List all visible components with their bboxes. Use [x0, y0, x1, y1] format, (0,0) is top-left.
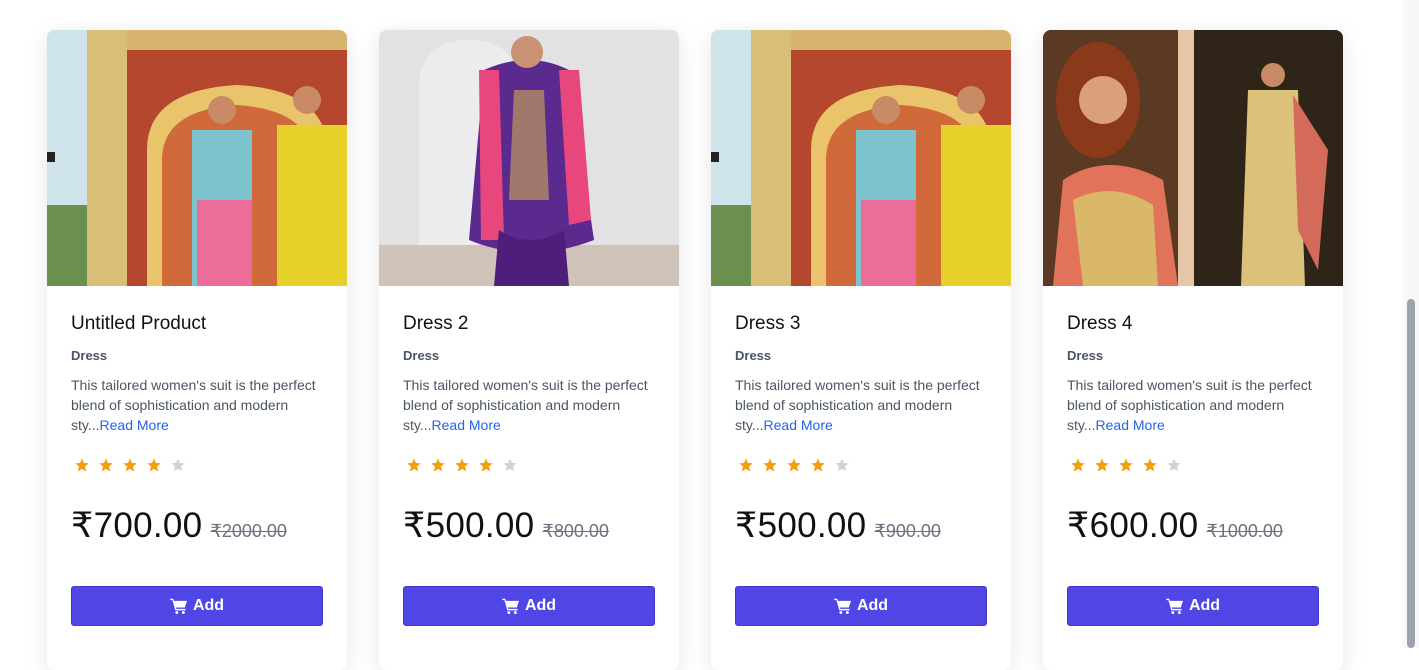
product-category: Dress: [735, 348, 772, 363]
rating-stars: [406, 457, 526, 475]
rating-stars: [738, 457, 858, 475]
star-empty-icon: [503, 458, 517, 472]
cart-icon: [1166, 598, 1183, 614]
star-icon: [811, 458, 825, 472]
product-title[interactable]: Dress 4: [1067, 313, 1132, 335]
rating-stars: [1070, 457, 1190, 475]
read-more-link[interactable]: Read More: [100, 417, 169, 433]
read-more-link[interactable]: Read More: [432, 417, 501, 433]
cart-icon: [170, 598, 187, 614]
sale-price: ₹700.00: [71, 506, 203, 545]
add-to-cart-button[interactable]: Add: [1067, 586, 1319, 626]
product-description: This tailored women's suit is the perfec…: [403, 375, 658, 435]
product-image[interactable]: [379, 30, 679, 286]
star-icon: [479, 458, 493, 472]
star-icon: [763, 458, 777, 472]
price-block: ₹700.00 ₹2000.00: [71, 506, 287, 546]
star-icon: [1095, 458, 1109, 472]
sale-price: ₹500.00: [735, 506, 867, 545]
add-button-label: Add: [524, 597, 557, 614]
product-grid: Untitled Product Dress This tailored wom…: [47, 30, 1343, 670]
original-price: ₹2000.00: [210, 521, 287, 541]
product-title[interactable]: Untitled Product: [71, 313, 206, 335]
product-card: Dress 4 Dress This tailored women's suit…: [1043, 30, 1343, 670]
star-icon: [1119, 458, 1133, 472]
original-price: ₹900.00: [874, 521, 941, 541]
star-icon: [1143, 458, 1157, 472]
star-icon: [787, 458, 801, 472]
star-icon: [1071, 458, 1085, 472]
product-image[interactable]: [711, 30, 1011, 286]
add-button-label: Add: [192, 597, 225, 614]
add-to-cart-button[interactable]: Add: [71, 586, 323, 626]
sale-price: ₹500.00: [403, 506, 535, 545]
star-icon: [407, 458, 421, 472]
star-icon: [431, 458, 445, 472]
read-more-link[interactable]: Read More: [1096, 417, 1165, 433]
add-button-label: Add: [856, 597, 889, 614]
product-card: Dress 3 Dress This tailored women's suit…: [711, 30, 1011, 670]
product-description: This tailored women's suit is the perfec…: [1067, 375, 1322, 435]
product-title[interactable]: Dress 3: [735, 313, 800, 335]
read-more-link[interactable]: Read More: [764, 417, 833, 433]
product-description: This tailored women's suit is the perfec…: [735, 375, 990, 435]
price-block: ₹500.00 ₹900.00: [735, 506, 941, 546]
sale-price: ₹600.00: [1067, 506, 1199, 545]
product-card: Dress 2 Dress This tailored women's suit…: [379, 30, 679, 670]
star-empty-icon: [835, 458, 849, 472]
add-to-cart-button[interactable]: Add: [735, 586, 987, 626]
product-description: This tailored women's suit is the perfec…: [71, 375, 326, 435]
product-title[interactable]: Dress 2: [403, 313, 468, 335]
vertical-scrollbar[interactable]: [1403, 0, 1419, 648]
star-empty-icon: [1167, 458, 1181, 472]
star-icon: [147, 458, 161, 472]
cart-icon: [834, 598, 851, 614]
price-block: ₹500.00 ₹800.00: [403, 506, 609, 546]
add-to-cart-button[interactable]: Add: [403, 586, 655, 626]
product-category: Dress: [403, 348, 440, 363]
price-block: ₹600.00 ₹1000.00: [1067, 506, 1283, 546]
product-card: Untitled Product Dress This tailored wom…: [47, 30, 347, 670]
cart-icon: [502, 598, 519, 614]
star-empty-icon: [171, 458, 185, 472]
star-icon: [99, 458, 113, 472]
star-icon: [123, 458, 137, 472]
original-price: ₹1000.00: [1206, 521, 1283, 541]
product-category: Dress: [71, 348, 108, 363]
star-icon: [739, 458, 753, 472]
add-button-label: Add: [1188, 597, 1221, 614]
scrollbar-thumb[interactable]: [1407, 299, 1415, 648]
rating-stars: [74, 457, 194, 475]
star-icon: [455, 458, 469, 472]
star-icon: [75, 458, 89, 472]
original-price: ₹800.00: [542, 521, 609, 541]
product-image[interactable]: [1043, 30, 1343, 286]
product-image[interactable]: [47, 30, 347, 286]
product-category: Dress: [1067, 348, 1104, 363]
